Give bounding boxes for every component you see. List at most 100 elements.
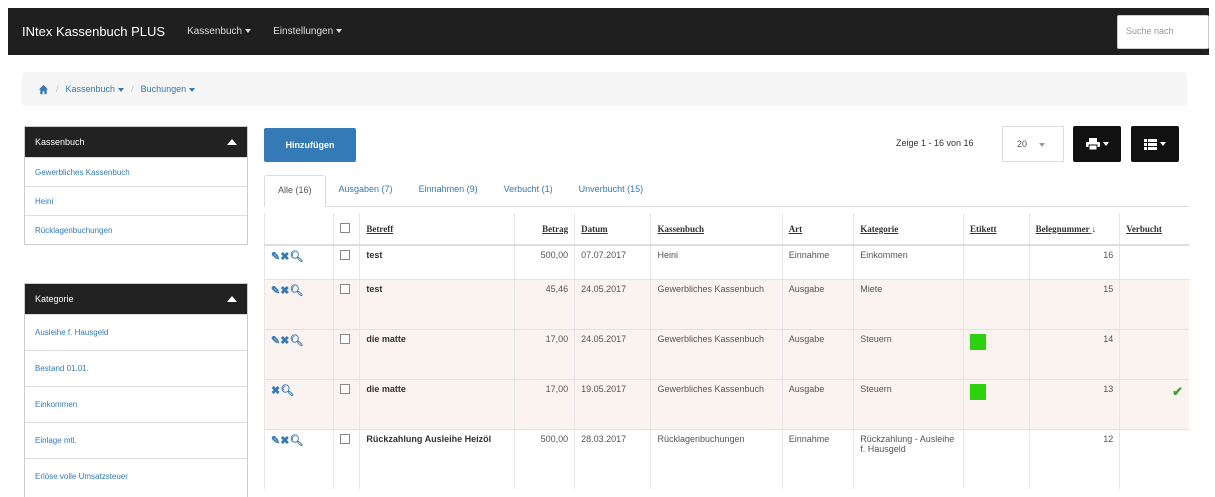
- table-row[interactable]: ✎✖🔍︎ test 45,46 24.05.2017 Gewerbliches Kass…: [263, 278, 1189, 329]
- row-checkbox[interactable]: [340, 383, 351, 394]
- cell-belegnummer: 13: [1028, 378, 1120, 429]
- header-verbucht[interactable]: Verbucht: [1119, 213, 1189, 246]
- page-size-select[interactable]: 20: [1002, 126, 1064, 162]
- select-all-checkbox[interactable]: [340, 222, 351, 233]
- row-actions: ✖🔍︎: [263, 378, 334, 429]
- row-actions: ✎✖🔍︎: [263, 244, 334, 279]
- table-row[interactable]: ✖🔍︎ die matte 17,00 19.05.2017 Gewerbliches …: [263, 378, 1189, 429]
- breadcrumb-kassenbuch-label: Kassenbuch: [65, 84, 116, 94]
- tab-ausgaben[interactable]: Ausgaben (7): [326, 175, 406, 206]
- sort-arrow-icon: ↓: [1091, 223, 1097, 234]
- search-icon[interactable]: 🔍︎: [289, 251, 303, 263]
- sidebar-item[interactable]: Bestand 01.01.: [25, 350, 247, 386]
- chevron-down-icon: [118, 87, 125, 92]
- cell-etikett: [962, 244, 1030, 279]
- add-button[interactable]: Hinzufügen: [264, 128, 356, 162]
- breadcrumb-separator: /: [56, 84, 59, 94]
- header-select: [333, 213, 360, 246]
- header-belegnummer[interactable]: Belegnummer ↓: [1028, 213, 1120, 246]
- cell-kategorie: Rückzahlung - Ausleihe f. Hausgeld: [853, 428, 964, 489]
- page-size-value: 20: [1017, 139, 1028, 149]
- panel-header[interactable]: Kassenbuch: [25, 127, 247, 157]
- edit-icon[interactable]: ✎: [271, 251, 280, 263]
- cell-betreff: die matte: [359, 378, 515, 429]
- cell-kassenbuch: Heini: [650, 244, 783, 279]
- table-row[interactable]: ✎✖🔍︎ test 500,00 07.07.2017 Heini Einnahme Ein…: [263, 244, 1189, 279]
- tab-alle[interactable]: Alle (16): [264, 175, 326, 207]
- cell-belegnummer: 16: [1028, 244, 1120, 279]
- collapse-icon[interactable]: [227, 139, 237, 145]
- edit-icon[interactable]: ✎: [271, 435, 280, 447]
- cell-datum: 24.05.2017: [574, 278, 651, 329]
- cell-etikett: [962, 328, 1030, 379]
- chevron-down-icon: [1039, 142, 1046, 147]
- search-input[interactable]: Suche nach: [1117, 15, 1209, 49]
- cell-betrag: 17,00: [514, 378, 575, 429]
- row-select: [333, 428, 360, 489]
- home-icon[interactable]: [38, 84, 49, 95]
- filter-tabs: Alle (16) Ausgaben (7) Einnahmen (9) Ver…: [264, 175, 1189, 207]
- cell-kassenbuch: Gewerbliches Kassenbuch: [650, 328, 783, 379]
- row-actions: ✎✖🔍︎: [263, 278, 334, 329]
- search-icon[interactable]: 🔍︎: [289, 285, 303, 297]
- header-betrag[interactable]: Betrag: [514, 213, 575, 246]
- panel-title: Kategorie: [35, 294, 74, 304]
- row-checkbox[interactable]: [340, 433, 351, 444]
- edit-icon[interactable]: ✎: [271, 285, 280, 297]
- cell-art: Einnahme: [781, 244, 854, 279]
- sidebar-item[interactable]: Erlöse volle Umsatzsteuer: [25, 458, 247, 494]
- delete-icon[interactable]: ✖: [271, 385, 280, 397]
- search-icon[interactable]: 🔍︎: [280, 385, 294, 397]
- cell-kassenbuch: Gewerbliches Kassenbuch: [650, 378, 783, 429]
- print-button[interactable]: [1073, 126, 1121, 162]
- breadcrumb-kassenbuch[interactable]: Kassenbuch: [66, 84, 125, 94]
- sidebar-item[interactable]: Heini: [25, 186, 247, 215]
- collapse-icon[interactable]: [227, 296, 237, 302]
- header-actions: [263, 213, 334, 246]
- row-select: [333, 328, 360, 379]
- table-row[interactable]: ✎✖🔍︎ Rückzahlung Ausleihe Heizöl 500,00 28.…: [263, 428, 1189, 489]
- edit-icon[interactable]: ✎: [271, 335, 280, 347]
- header-kassenbuch[interactable]: Kassenbuch: [650, 213, 783, 246]
- header-betreff[interactable]: Betreff: [359, 213, 515, 246]
- header-art[interactable]: Art: [781, 213, 854, 246]
- pager-info: Zeige 1 - 16 von 16: [896, 138, 974, 148]
- cell-belegnummer: 14: [1028, 328, 1120, 379]
- header-etikett[interactable]: Etikett: [962, 213, 1030, 246]
- app-brand[interactable]: INtex Kassenbuch PLUS: [22, 24, 165, 39]
- row-checkbox[interactable]: [340, 333, 351, 344]
- row-checkbox[interactable]: [340, 250, 351, 260]
- row-checkbox[interactable]: [340, 283, 351, 294]
- chevron-down-icon: [336, 29, 343, 34]
- cell-kassenbuch: Gewerbliches Kassenbuch: [650, 278, 783, 329]
- sidebar-item[interactable]: Einlage mtl.: [25, 422, 247, 458]
- columns-button[interactable]: [1131, 126, 1179, 162]
- tab-einnahmen[interactable]: Einnahmen (9): [406, 175, 491, 206]
- cell-kategorie: Miete: [853, 278, 964, 329]
- header-belegnummer-label: Belegnummer: [1035, 223, 1090, 234]
- header-datum[interactable]: Datum: [574, 213, 651, 246]
- table-body: ✎✖🔍︎ test 500,00 07.07.2017 Heini Einnahme Ein…: [263, 244, 1189, 489]
- header-kategorie[interactable]: Kategorie: [853, 213, 964, 246]
- sidebar-item[interactable]: Ausleihe f. Hausgeld: [25, 314, 247, 350]
- search-icon[interactable]: 🔍︎: [289, 335, 303, 347]
- sidebar-item[interactable]: Einkommen: [25, 386, 247, 422]
- search-icon[interactable]: 🔍︎: [289, 435, 303, 447]
- cell-betrag: 500,00: [514, 428, 575, 489]
- cell-verbucht: [1119, 328, 1189, 379]
- tab-verbucht[interactable]: Verbucht (1): [491, 175, 566, 206]
- nav-kassenbuch[interactable]: Kassenbuch: [187, 26, 252, 37]
- top-navbar: INtex Kassenbuch PLUS Kassenbuch Einstel…: [8, 8, 1209, 55]
- cell-betreff: test: [359, 244, 515, 279]
- panel-header[interactable]: Kategorie: [25, 284, 247, 314]
- print-icon: [1085, 138, 1100, 150]
- row-actions: ✎✖🔍︎: [263, 428, 334, 489]
- sidebar-item[interactable]: Rücklagenbuchungen: [25, 215, 247, 244]
- breadcrumb-buchungen[interactable]: Buchungen: [141, 84, 196, 94]
- cell-kassenbuch: Rücklagenbuchungen: [650, 428, 783, 489]
- table-row[interactable]: ✎✖🔍︎ die matte 17,00 24.05.2017 Gewerbliches…: [263, 328, 1189, 379]
- panel-kassenbuch: Kassenbuch Gewerbliches Kassenbuch Heini…: [24, 126, 248, 245]
- sidebar-item[interactable]: Gewerbliches Kassenbuch: [25, 157, 247, 186]
- tab-unverbucht[interactable]: Unverbucht (15): [566, 175, 657, 206]
- nav-einstellungen[interactable]: Einstellungen: [273, 26, 343, 37]
